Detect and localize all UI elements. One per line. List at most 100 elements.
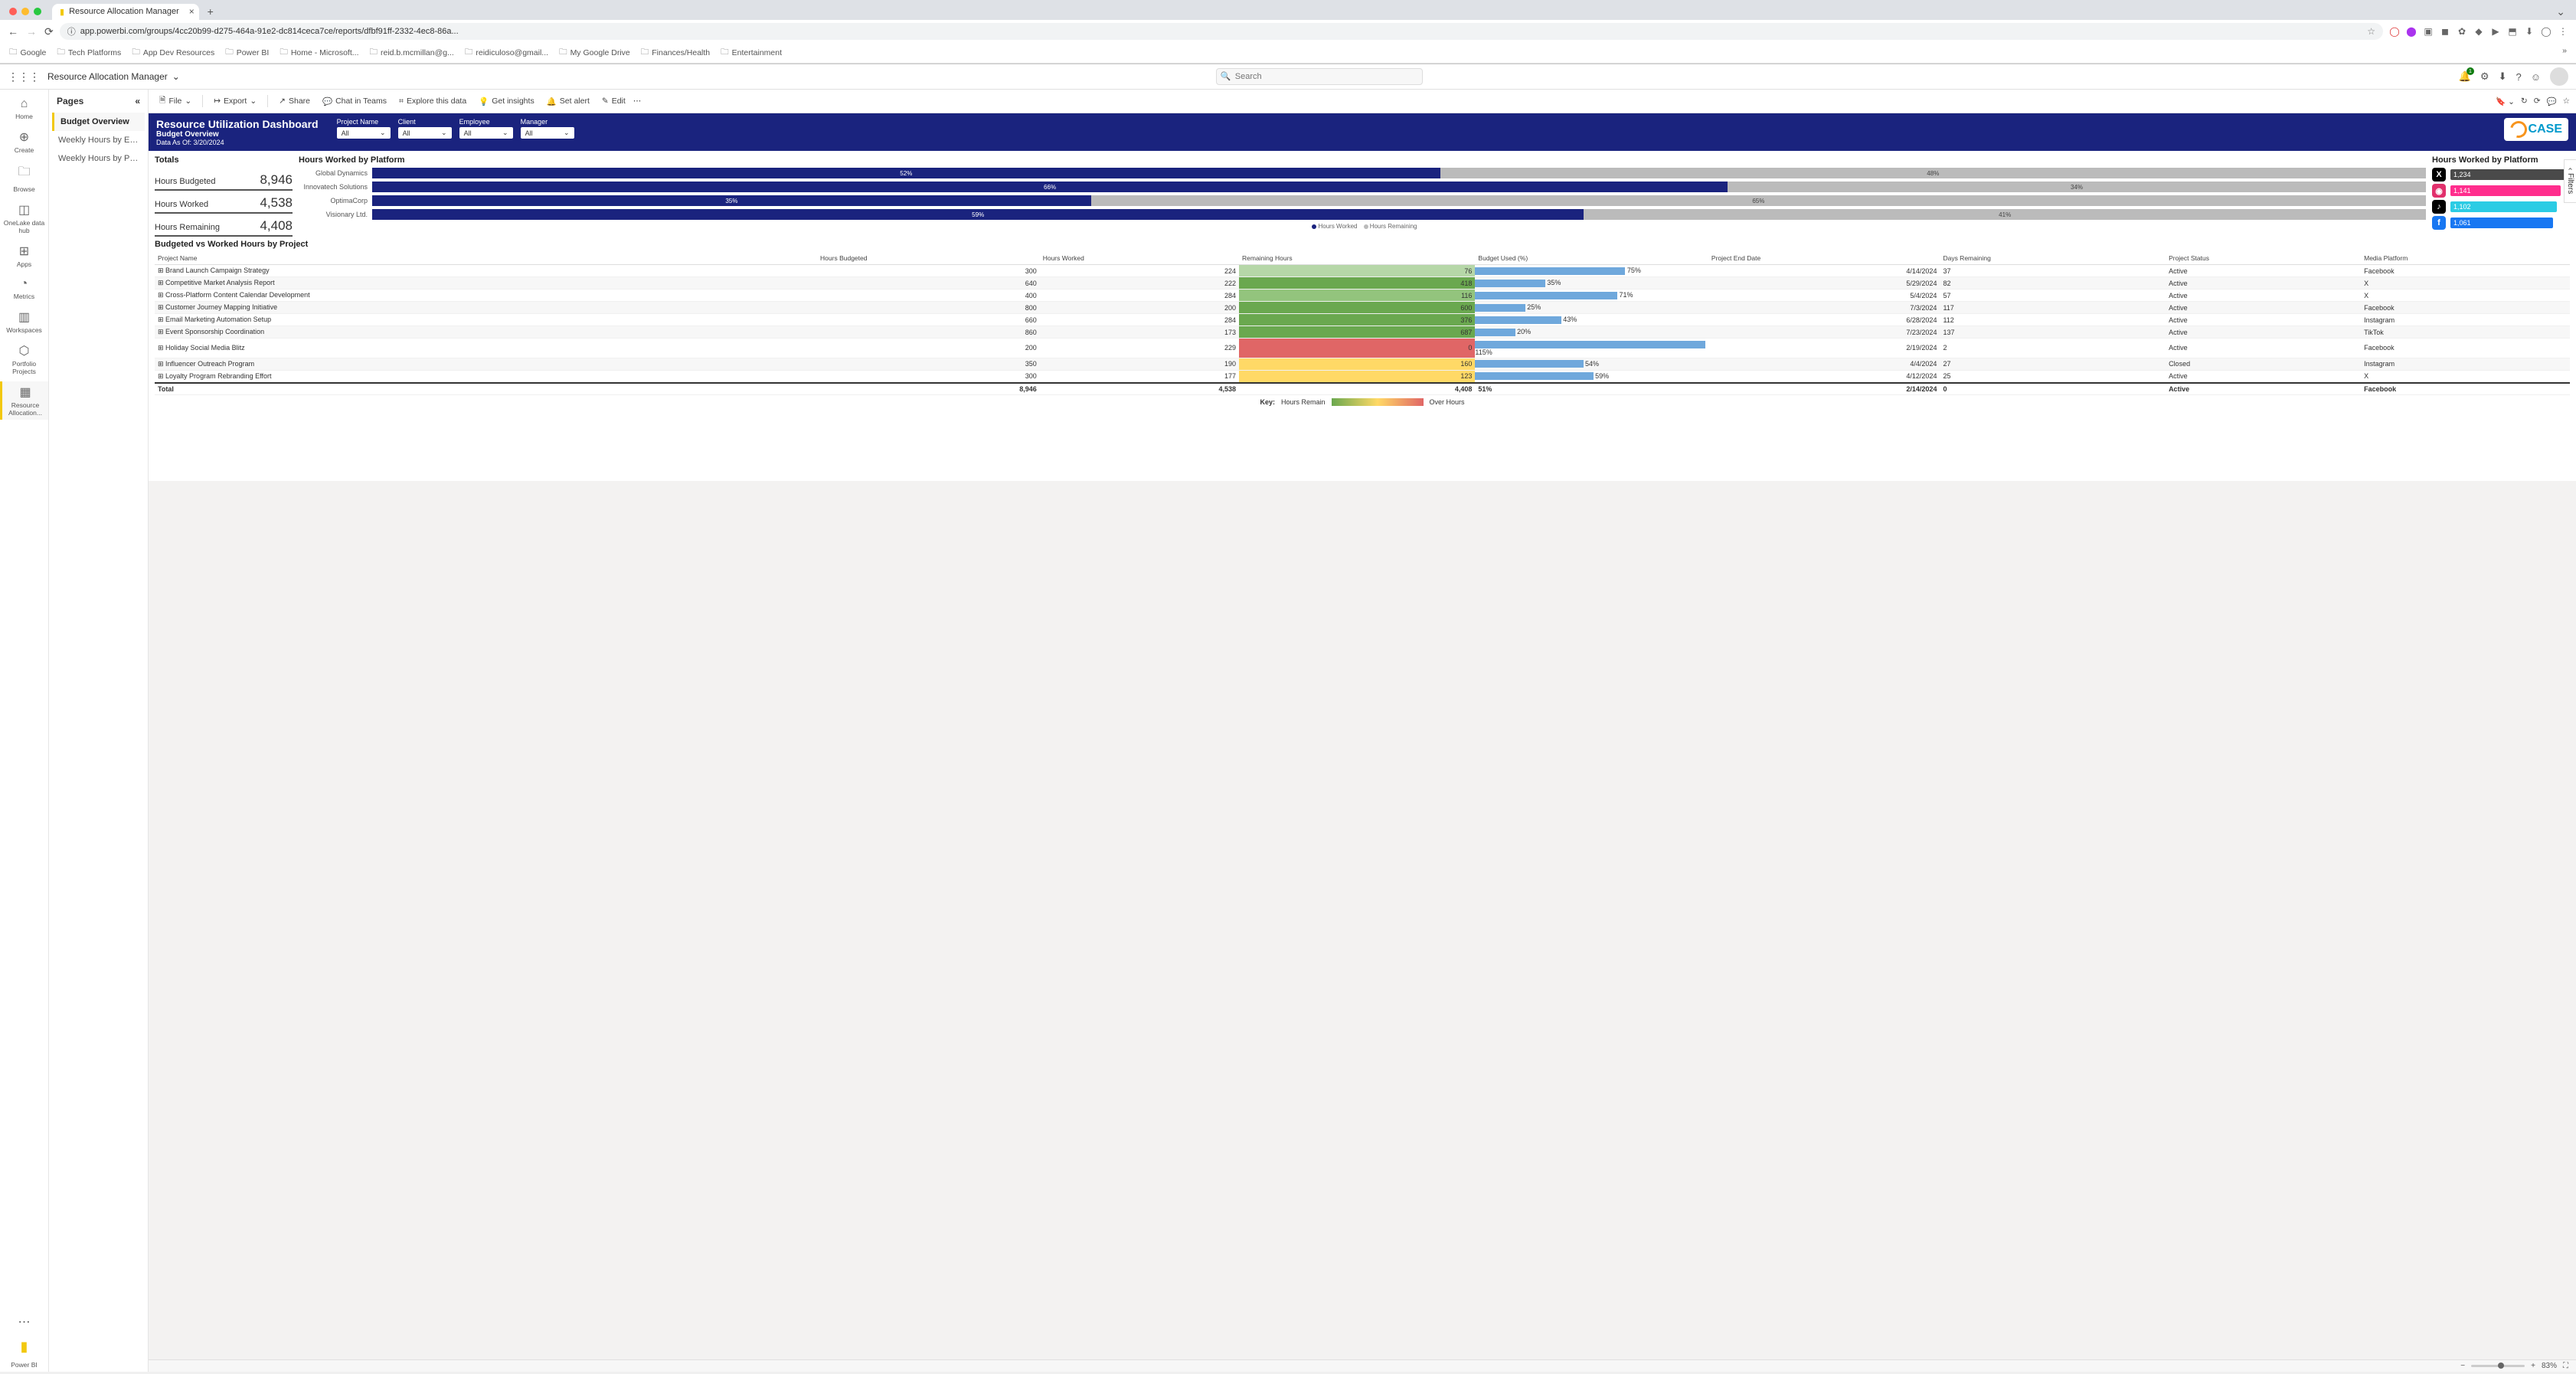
table-row[interactable]: ⊞ Competitive Market Analysis Report6402… <box>155 277 2570 290</box>
nav-item-apps[interactable]: ⊞Apps <box>0 240 48 271</box>
nav-item-metrics[interactable]: ◔Metrics <box>0 274 48 303</box>
refresh-icon[interactable]: ⟳ <box>2534 97 2541 106</box>
platform-bar-row[interactable]: ♪1,102 <box>2432 200 2570 214</box>
slicer-dropdown[interactable]: All⌄ <box>521 127 574 139</box>
page-tab[interactable]: Weekly Hours by Project <box>52 149 145 168</box>
powerbi-logo[interactable]: ▮Power BI <box>0 1336 48 1372</box>
zoom-slider[interactable] <box>2471 1365 2525 1367</box>
bookmark-star-icon[interactable]: ☆ <box>2367 26 2375 37</box>
bookmark-item[interactable]: 🗀 Finances/Health <box>641 46 710 60</box>
chat-teams-button[interactable]: 💬 Chat in Teams <box>318 95 391 108</box>
toolbar-overflow-icon[interactable]: ⋯ <box>633 97 642 106</box>
share-button[interactable]: ↗ Share <box>274 95 315 107</box>
minimize-window-button[interactable] <box>21 8 29 15</box>
table-row[interactable]: ⊞ Email Marketing Automation Setup660284… <box>155 314 2570 326</box>
app-launcher-icon[interactable]: ⋮⋮⋮ <box>8 70 40 83</box>
download-icon[interactable]: ⬇ <box>2524 26 2535 37</box>
column-header[interactable]: Hours Worked <box>1040 252 1239 265</box>
bookmarks-overflow-icon[interactable]: » <box>2562 46 2567 60</box>
feedback-icon[interactable]: ☺ <box>2531 71 2541 83</box>
edit-button[interactable]: ✎ Edit <box>597 95 630 107</box>
extensions-menu-icon[interactable]: ⬒ <box>2507 26 2518 37</box>
nav-item-browse[interactable]: 🗀Browse <box>0 160 48 196</box>
slicer-dropdown[interactable]: All⌄ <box>398 127 452 139</box>
profile-icon[interactable]: ◯ <box>2541 26 2551 37</box>
platform-hours-chart[interactable]: Hours Worked by Platform X1,234◉1,141♪1,… <box>2432 155 2570 237</box>
address-bar[interactable]: ⓘ app.powerbi.com/groups/4cc20b99-d275-4… <box>60 23 2383 40</box>
bookmark-item[interactable]: 🗀 reid.b.mcmillan@g... <box>370 46 454 60</box>
zoom-in-button[interactable]: + <box>2531 1362 2535 1370</box>
site-info-icon[interactable]: ⓘ <box>67 25 76 38</box>
ext-icon[interactable]: ◼ <box>2440 26 2450 37</box>
column-header[interactable]: Project Name <box>155 252 817 265</box>
chart-bar-row[interactable]: OptimaCorp35%65% <box>299 195 2426 206</box>
bookmark-item[interactable]: 🗀 Entertainment <box>721 46 782 60</box>
slicer-dropdown[interactable]: All⌄ <box>459 127 513 139</box>
browser-tab[interactable]: ▮ Resource Allocation Manager × <box>52 4 199 20</box>
forward-button[interactable]: → <box>26 25 37 38</box>
help-icon[interactable]: ? <box>2516 71 2521 83</box>
column-header[interactable]: Project Status <box>2166 252 2361 265</box>
page-tab[interactable]: Weekly Hours by Emplo... <box>52 131 145 149</box>
fit-to-page-button[interactable]: ⛶ <box>2563 1362 2568 1370</box>
table-row[interactable]: ⊞ Loyalty Program Rebranding Effort30017… <box>155 370 2570 383</box>
column-header[interactable]: Media Platform <box>2361 252 2570 265</box>
search-input[interactable] <box>1216 68 1423 85</box>
nav-item-workspaces[interactable]: ▥Workspaces <box>0 306 48 337</box>
ext-icon[interactable]: ▣ <box>2423 26 2434 37</box>
column-header[interactable]: Hours Budgeted <box>817 252 1040 265</box>
bookmark-view-icon[interactable]: 🔖 ⌄ <box>2496 97 2515 106</box>
column-header[interactable]: Remaining Hours <box>1239 252 1475 265</box>
filters-pane-toggle[interactable]: ‹Filters <box>2564 159 2576 203</box>
bookmark-item[interactable]: 🗀 Google <box>9 46 46 60</box>
chart-bar-row[interactable]: Global Dynamics52%48% <box>299 168 2426 178</box>
column-header[interactable]: Budget Used (%) <box>1475 252 1708 265</box>
ext-icon[interactable]: ◯ <box>2389 26 2400 37</box>
slicer-dropdown[interactable]: All⌄ <box>337 127 391 139</box>
user-avatar[interactable] <box>2550 67 2568 86</box>
table-row[interactable]: ⊞ Event Sponsorship Coordination86017368… <box>155 326 2570 339</box>
star-icon[interactable]: ☆ <box>2563 97 2570 106</box>
back-button[interactable]: ← <box>8 25 18 38</box>
ext-icon[interactable]: ▶ <box>2490 26 2501 37</box>
settings-icon[interactable]: ⚙ <box>2480 70 2489 83</box>
browser-menu-icon[interactable]: ⋮ <box>2558 26 2568 37</box>
new-tab-button[interactable]: + <box>202 3 219 20</box>
bookmark-item[interactable]: 🗀 App Dev Resources <box>132 46 214 60</box>
reset-view-icon[interactable]: ↻ <box>2521 97 2528 106</box>
bookmark-item[interactable]: 🗀 reidiculoso@gmail... <box>465 46 548 60</box>
zoom-out-button[interactable]: − <box>2460 1362 2465 1370</box>
ext-icon[interactable]: ⬤ <box>2406 26 2417 37</box>
page-tab[interactable]: Budget Overview <box>52 113 145 131</box>
platform-bar-row[interactable]: X1,234 <box>2432 168 2570 182</box>
explore-data-button[interactable]: ⌗ Explore this data <box>394 95 471 108</box>
breadcrumb[interactable]: Resource Allocation Manager ⌄ <box>47 71 180 82</box>
nav-item-onelake-data-hub[interactable]: ◫OneLake data hub <box>0 199 48 237</box>
collapse-pages-icon[interactable]: « <box>135 96 140 106</box>
ext-icon[interactable]: ◆ <box>2473 26 2484 37</box>
nav-more-button[interactable]: ⋯ <box>0 1311 48 1333</box>
close-window-button[interactable] <box>9 8 17 15</box>
table-row[interactable]: ⊞ Influencer Outreach Program350190160 5… <box>155 358 2570 370</box>
tab-close-button[interactable]: × <box>189 6 195 17</box>
bookmark-item[interactable]: 🗀 My Google Drive <box>559 46 630 60</box>
slicer-project-name[interactable]: Project NameAll⌄ <box>337 118 391 139</box>
nav-item-portfolio-projects[interactable]: ⬡Portfolio Projects <box>0 340 48 378</box>
nav-item-resource-allocation-[interactable]: ▦Resource Allocation... <box>0 381 48 420</box>
chart-bar-row[interactable]: Visionary Ltd.59%41% <box>299 209 2426 220</box>
get-insights-button[interactable]: 💡 Get insights <box>474 95 539 108</box>
nav-item-home[interactable]: ⌂Home <box>0 94 48 123</box>
slicer-employee[interactable]: EmployeeAll⌄ <box>459 118 513 139</box>
bookmark-item[interactable]: 🗀 Power BI <box>225 46 269 60</box>
notifications-icon[interactable]: 🔔 <box>2459 70 2471 83</box>
chevron-down-icon[interactable]: ⌄ <box>2551 5 2570 18</box>
nav-item-create[interactable]: ⊕Create <box>0 126 48 157</box>
set-alert-button[interactable]: 🔔 Set alert <box>542 95 594 108</box>
client-hours-chart[interactable]: Hours Worked by Platform Global Dynamics… <box>299 155 2426 237</box>
comment-icon[interactable]: 💬 <box>2547 97 2557 106</box>
ext-icon[interactable]: ✿ <box>2457 26 2467 37</box>
project-table[interactable]: Project NameHours BudgetedHours WorkedRe… <box>155 252 2570 395</box>
bookmark-item[interactable]: 🗀 Home - Microsoft... <box>280 46 358 60</box>
bookmark-item[interactable]: 🗀 Tech Platforms <box>57 46 121 60</box>
slicer-client[interactable]: ClientAll⌄ <box>398 118 452 139</box>
